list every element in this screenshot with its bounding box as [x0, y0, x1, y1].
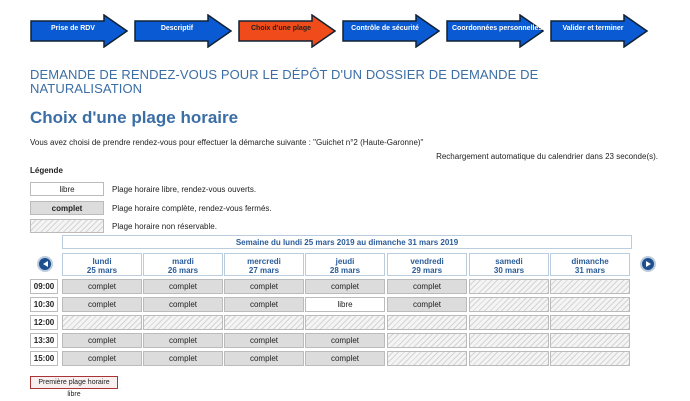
step-6: Valider et terminer	[550, 14, 648, 48]
step-1: Prise de RDV	[30, 14, 128, 48]
week-label: Semaine du lundi 25 mars 2019 au dimanch…	[62, 235, 632, 249]
day-name: samedi	[495, 257, 523, 266]
legend-text-free: Plage horaire libre, rendez-vous ouverts…	[112, 185, 257, 194]
legend-box-full: complet	[30, 201, 104, 215]
slot-full: complet	[62, 279, 142, 294]
slot-full: complet	[305, 279, 385, 294]
day-date: 26 mars	[167, 266, 199, 275]
slot-full: complet	[305, 333, 385, 348]
step-label: Coordonnées personnelles	[452, 25, 543, 32]
time-label: 13:30	[30, 333, 58, 348]
legend-box-free: libre	[30, 182, 104, 196]
slot-full: complet	[224, 351, 304, 366]
step-3: Choix d'une plage	[238, 14, 336, 48]
time-label: 15:00	[30, 351, 58, 366]
day-header: dimanche 31 mars	[550, 253, 630, 276]
step-4: Contrôle de sécurité	[342, 14, 440, 48]
slot-unavailable	[469, 279, 549, 294]
reload-countdown: Rechargement automatique du calendrier d…	[436, 152, 658, 161]
step-label: Descriptif	[160, 25, 194, 32]
slot-unavailable	[62, 315, 142, 330]
slot-unavailable	[469, 351, 549, 366]
slot-unavailable	[387, 315, 467, 330]
slot-unavailable	[469, 315, 549, 330]
slot-full: complet	[387, 279, 467, 294]
slot-full: complet	[62, 333, 142, 348]
day-date: 27 mars	[248, 266, 280, 275]
day-date: 25 mars	[86, 266, 118, 275]
day-name: vendredi	[410, 257, 444, 266]
slot-full: complet	[305, 351, 385, 366]
step-label: Prise de RDV	[51, 25, 95, 32]
slot-unavailable	[387, 333, 467, 348]
slot-unavailable	[550, 297, 630, 312]
day-date: 31 mars	[574, 266, 606, 275]
step-5: Coordonnées personnelles	[446, 14, 544, 48]
step-label: Contrôle de sécurité	[351, 25, 419, 32]
slot-free[interactable]: libre	[305, 297, 385, 312]
day-header: jeudi 28 mars	[305, 253, 385, 276]
slot-unavailable	[143, 315, 223, 330]
slot-unavailable	[305, 315, 385, 330]
time-label: 12:00	[30, 315, 58, 330]
next-week-icon[interactable]	[640, 256, 656, 272]
slot-full: complet	[143, 333, 223, 348]
previous-week-icon[interactable]	[37, 256, 53, 272]
slot-full: complet	[62, 297, 142, 312]
legend-title: Légende	[30, 166, 63, 175]
slot-unavailable	[387, 351, 467, 366]
day-date: 30 mars	[493, 266, 525, 275]
slot-full: complet	[224, 333, 304, 348]
slot-unavailable	[224, 315, 304, 330]
legend-box-unavailable	[30, 219, 104, 233]
first-free-slot-button[interactable]: Première plage horaire libre	[30, 376, 118, 398]
section-title: Choix d'une plage horaire	[30, 108, 239, 127]
step-label: Valider et terminer	[562, 25, 624, 32]
slot-full: complet	[224, 279, 304, 294]
day-header: samedi 30 mars	[469, 253, 549, 276]
slot-full: complet	[62, 351, 142, 366]
day-name: mardi	[172, 257, 194, 266]
page-title: DEMANDE DE RENDEZ-VOUS POUR LE DÉPÔT D'U…	[30, 67, 539, 96]
intro-text: Vous avez choisi de prendre rendez-vous …	[30, 138, 424, 147]
slot-full: complet	[143, 279, 223, 294]
day-header: lundi 25 mars	[62, 253, 142, 276]
legend-text-full: Plage horaire complète, rendez-vous ferm…	[112, 204, 272, 213]
legend-text-unavailable: Plage horaire non réservable.	[112, 222, 217, 231]
day-header: mercredi 27 mars	[224, 253, 304, 276]
day-date: 29 mars	[411, 266, 443, 275]
time-label: 10:30	[30, 297, 58, 312]
slot-full: complet	[387, 297, 467, 312]
day-header: vendredi 29 mars	[387, 253, 467, 276]
slot-full: complet	[224, 297, 304, 312]
day-date: 28 mars	[329, 266, 361, 275]
day-name: dimanche	[571, 257, 609, 266]
time-label: 09:00	[30, 279, 58, 294]
slot-unavailable	[550, 333, 630, 348]
slot-full: complet	[143, 351, 223, 366]
slot-unavailable	[469, 297, 549, 312]
day-name: mercredi	[247, 257, 281, 266]
slot-full: complet	[143, 297, 223, 312]
progress-steps: Prise de RDV Descriptif Choix d'une plage C…	[30, 14, 650, 48]
slot-unavailable	[550, 351, 630, 366]
day-name: lundi	[92, 257, 112, 266]
step-2: Descriptif	[134, 14, 232, 48]
slot-unavailable	[550, 315, 630, 330]
slot-unavailable	[469, 333, 549, 348]
day-header: mardi 26 mars	[143, 253, 223, 276]
step-label: Choix d'une plage	[250, 25, 311, 32]
day-name: jeudi	[335, 257, 355, 266]
slot-unavailable	[550, 279, 630, 294]
